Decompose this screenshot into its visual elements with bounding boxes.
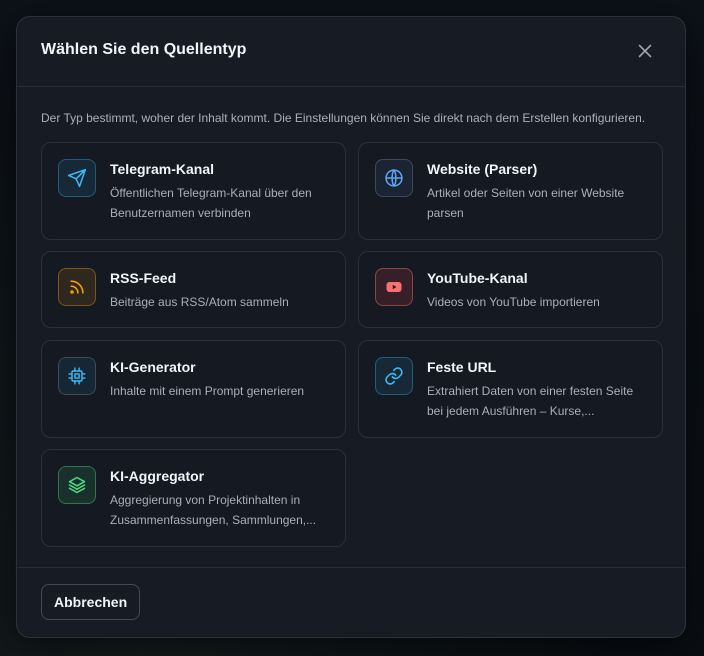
- card-title: YouTube-Kanal: [427, 270, 528, 286]
- card-description: Aggregierung von Projektinhalten in Zusa…: [110, 493, 317, 527]
- card-title: Feste URL: [427, 359, 497, 375]
- card-title: KI-Aggregator: [110, 468, 205, 484]
- source-card-ai-generator[interactable]: KI-Generator Inhalte mit einem Prompt ge…: [41, 340, 346, 438]
- card-description: Öffentlichen Telegram-Kanal über den Ben…: [110, 186, 312, 220]
- fixed-url-icon-box: [375, 357, 413, 395]
- dialog-header: Wählen Sie den Quellentyp: [17, 17, 685, 87]
- layers-icon: [68, 476, 86, 494]
- card-description: Videos von YouTube importieren: [427, 295, 600, 309]
- card-title: Website (Parser): [427, 161, 538, 177]
- dialog-title: Wählen Sie den Quellentyp: [41, 41, 247, 58]
- source-card-website[interactable]: Website (Parser) Artikel oder Seiten von…: [358, 142, 663, 240]
- link-icon: [385, 367, 403, 385]
- card-description: Beiträge aus RSS/Atom sammeln: [110, 295, 289, 309]
- close-icon: [638, 44, 652, 58]
- cpu-icon: [68, 367, 86, 385]
- source-card-ai-aggregator[interactable]: KI-Aggregator Aggregierung von Projektin…: [41, 449, 346, 547]
- dialog-description: Der Typ bestimmt, woher der Inhalt kommt…: [41, 111, 646, 125]
- source-card-fixed-url[interactable]: Feste URL Extrahiert Daten von einer fes…: [358, 340, 663, 438]
- source-type-dialog: Wählen Sie den Quellentyp Der Typ bestim…: [16, 16, 686, 638]
- youtube-icon: [386, 282, 402, 292]
- rss-icon: [70, 280, 84, 294]
- ai-aggregator-icon-box: [58, 466, 96, 504]
- send-icon: [67, 168, 87, 188]
- source-card-youtube[interactable]: YouTube-Kanal Videos von YouTube importi…: [358, 251, 663, 328]
- website-icon-box: [375, 159, 413, 197]
- ai-generator-icon-box: [58, 357, 96, 395]
- card-description: Inhalte mit einem Prompt generieren: [110, 384, 305, 398]
- cancel-button[interactable]: Abbrechen: [41, 584, 141, 620]
- telegram-icon-box: [58, 159, 96, 197]
- card-title: Telegram-Kanal: [110, 161, 214, 177]
- card-description: Extrahiert Daten von einer festen Seite …: [427, 384, 634, 418]
- source-card-rss[interactable]: RSS-Feed Beiträge aus RSS/Atom sammeln: [41, 251, 346, 328]
- globe-icon: [385, 169, 403, 187]
- youtube-icon-box: [375, 268, 413, 306]
- card-title: RSS-Feed: [110, 270, 177, 286]
- dialog-footer: Abbrechen: [17, 567, 685, 637]
- close-button[interactable]: [635, 41, 655, 61]
- card-description: Artikel oder Seiten von einer Website pa…: [427, 186, 625, 220]
- rss-icon-box: [58, 268, 96, 306]
- source-card-telegram[interactable]: Telegram-Kanal Öffentlichen Telegram-Kan…: [41, 142, 346, 240]
- card-title: KI-Generator: [110, 359, 196, 375]
